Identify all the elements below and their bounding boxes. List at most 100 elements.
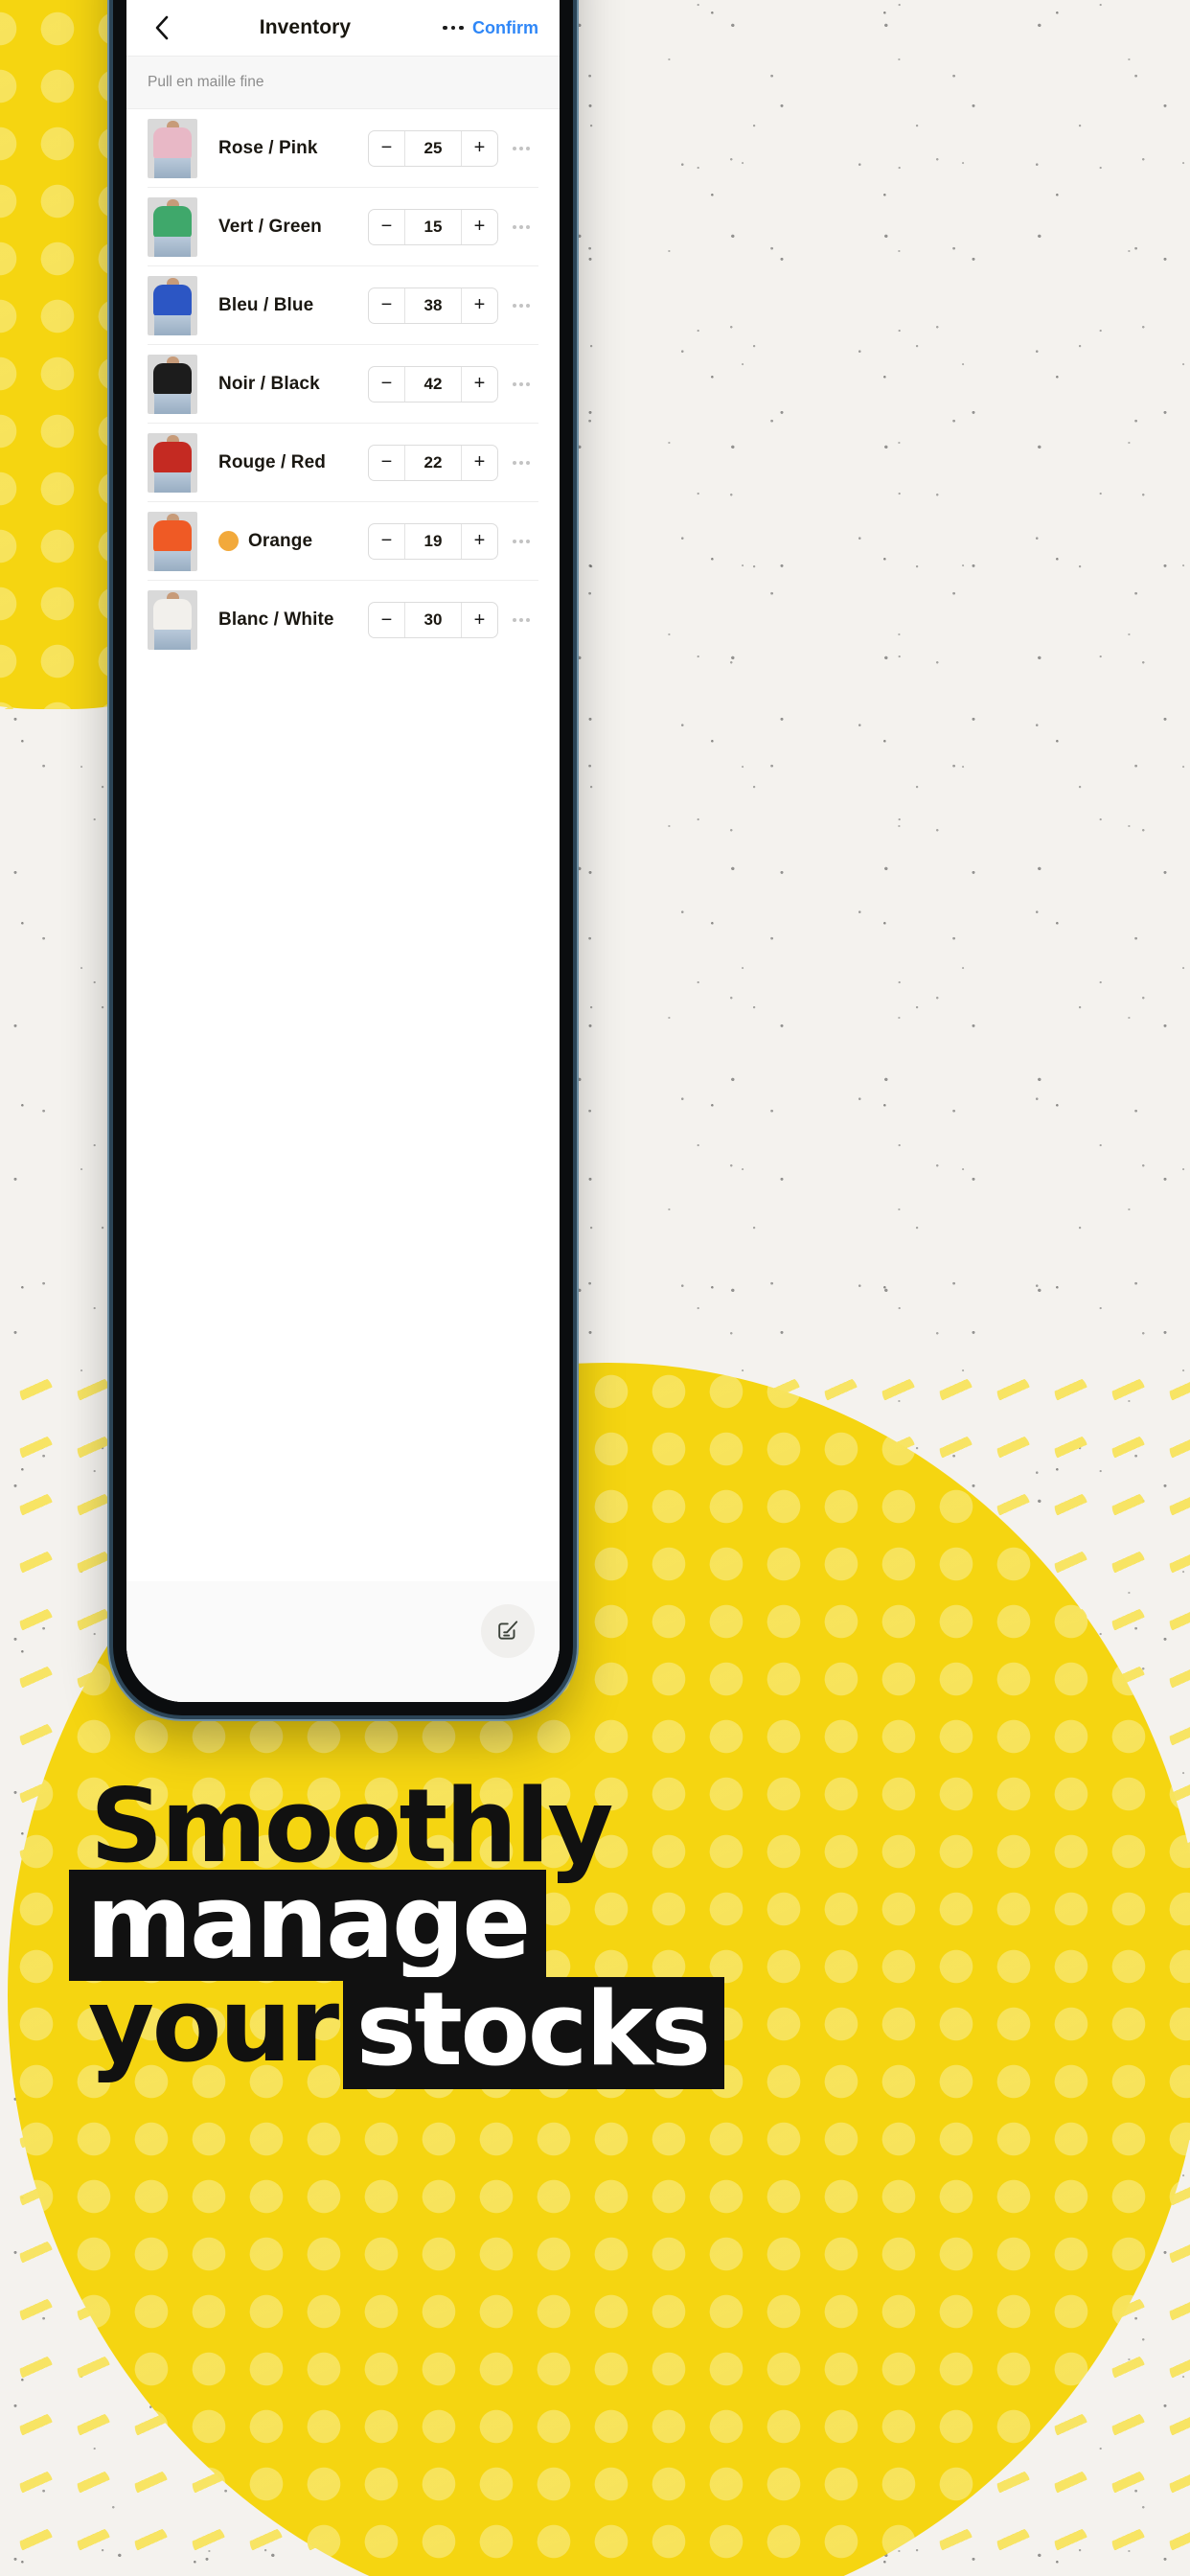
ellipsis-icon <box>513 381 516 386</box>
variant-label-wrap: Noir / Black <box>197 374 368 395</box>
increment-button[interactable]: + <box>461 130 497 166</box>
product-name-label: Pull en maille fine <box>148 74 264 90</box>
variant-label-wrap: Bleu / Blue <box>197 295 368 316</box>
variant-row[interactable]: Rose / Pink −25 + <box>148 109 538 188</box>
variant-thumbnail <box>148 275 197 335</box>
decrement-button[interactable]: − <box>369 288 405 323</box>
quantity-value[interactable]: 42 <box>405 367 461 402</box>
row-more-button[interactable] <box>504 539 538 543</box>
variant-thumbnail <box>148 354 197 414</box>
ellipsis-icon <box>526 539 530 543</box>
variant-row[interactable]: Vert / Green −15 + <box>148 188 538 266</box>
variant-thumbnail <box>148 196 197 257</box>
variant-label-wrap: Rouge / Red <box>197 452 368 473</box>
increment-button[interactable]: + <box>461 445 497 480</box>
ellipsis-icon <box>526 460 530 465</box>
ellipsis-icon <box>443 25 464 31</box>
app-footer <box>126 1581 560 1702</box>
increment-button[interactable]: + <box>461 523 497 559</box>
ellipsis-icon <box>519 618 523 622</box>
decrement-button[interactable]: − <box>369 445 405 480</box>
headline-word-stocks: stocks <box>342 1976 724 2090</box>
edit-compose-icon <box>495 1617 520 1646</box>
variant-label: Noir / Black <box>218 373 320 394</box>
quantity-value[interactable]: 15 <box>405 210 461 244</box>
quantity-stepper[interactable]: −38 + <box>368 287 498 324</box>
row-more-button[interactable] <box>504 381 538 386</box>
decrement-button[interactable]: − <box>369 366 405 402</box>
quantity-value[interactable]: 38 <box>405 288 461 323</box>
ellipsis-icon <box>513 146 516 150</box>
decrement-button[interactable]: − <box>369 523 405 559</box>
variant-thumbnail <box>148 511 197 571</box>
phone-screen: Inventory Confirm Pull en maille fine Ro… <box>126 0 560 1702</box>
row-more-button[interactable] <box>504 618 538 622</box>
ellipsis-icon <box>526 224 530 229</box>
headline-line-2: manage <box>69 1869 1190 1981</box>
quantity-stepper[interactable]: −25 + <box>368 129 498 167</box>
app-navbar: Inventory Confirm <box>126 0 560 56</box>
quantity-stepper[interactable]: −42 + <box>368 365 498 402</box>
confirm-button[interactable]: Confirm <box>472 18 538 38</box>
headline: Smoothly manage your stocks <box>0 1776 1190 2090</box>
ellipsis-icon <box>526 146 530 150</box>
decrement-button[interactable]: − <box>369 603 405 637</box>
quantity-stepper[interactable]: −22 + <box>368 444 498 481</box>
increment-button[interactable]: + <box>461 288 497 323</box>
quantity-stepper[interactable]: −15 + <box>368 208 498 245</box>
increment-button[interactable]: + <box>461 603 497 637</box>
variant-label: Blanc / White <box>218 610 334 630</box>
color-swatch-dot <box>218 531 239 551</box>
quantity-value[interactable]: 19 <box>405 524 461 559</box>
decrement-button[interactable]: − <box>369 130 405 166</box>
nav-more-button[interactable] <box>438 12 469 44</box>
row-more-button[interactable] <box>504 303 538 308</box>
variant-label-wrap: Rose / Pink <box>197 138 368 159</box>
variant-thumbnail <box>148 118 197 178</box>
product-section-header: Pull en maille fine <box>126 56 560 109</box>
variant-label: Orange <box>248 530 313 551</box>
variant-list: Rose / Pink −25 + Vert / Green −15 + Bleu / Bl… <box>126 109 560 1581</box>
promo-stage: Inventory Confirm Pull en maille fine Ro… <box>0 0 1190 2576</box>
ellipsis-icon <box>519 539 523 543</box>
inventory-app: Inventory Confirm Pull en maille fine Ro… <box>126 0 560 1702</box>
ellipsis-icon <box>526 303 530 308</box>
variant-row[interactable]: Noir / Black −42 + <box>148 345 538 424</box>
ellipsis-icon <box>526 618 530 622</box>
headline-line-2-text: manage <box>69 1869 546 1981</box>
ellipsis-icon <box>513 539 516 543</box>
decrement-button[interactable]: − <box>369 209 405 244</box>
chevron-left-icon <box>154 15 170 40</box>
variant-row[interactable]: Bleu / Blue −38 + <box>148 266 538 345</box>
quantity-value[interactable]: 25 <box>405 131 461 166</box>
ellipsis-icon <box>519 460 523 465</box>
row-more-button[interactable] <box>504 224 538 229</box>
ellipsis-icon <box>513 618 516 622</box>
ellipsis-icon <box>513 460 516 465</box>
ellipsis-icon <box>513 303 516 308</box>
variant-label: Rouge / Red <box>218 451 326 472</box>
variant-label: Bleu / Blue <box>218 294 314 315</box>
variant-row[interactable]: Rouge / Red −22 + <box>148 424 538 502</box>
variant-row[interactable]: Blanc / White −30 + <box>148 581 538 659</box>
ellipsis-icon <box>519 146 523 150</box>
ellipsis-icon <box>519 303 523 308</box>
variant-thumbnail <box>148 590 197 650</box>
row-more-button[interactable] <box>504 460 538 465</box>
quantity-stepper[interactable]: −30 + <box>368 602 498 638</box>
increment-button[interactable]: + <box>461 209 497 244</box>
increment-button[interactable]: + <box>461 366 497 402</box>
quantity-stepper[interactable]: −19 + <box>368 522 498 560</box>
variant-label-wrap: Vert / Green <box>197 217 368 238</box>
headline-word-your: your <box>88 1966 339 2084</box>
quantity-value[interactable]: 22 <box>405 446 461 480</box>
ellipsis-icon <box>519 224 523 229</box>
quantity-value[interactable]: 30 <box>405 603 461 637</box>
edit-note-fab[interactable] <box>481 1604 535 1658</box>
variant-label: Rose / Pink <box>218 137 318 158</box>
headline-line-3: your stocks <box>88 1966 1190 2090</box>
variant-row[interactable]: Orange −19 + <box>148 502 538 581</box>
row-more-button[interactable] <box>504 146 538 150</box>
variant-label-wrap: Orange <box>197 531 368 552</box>
variant-thumbnail <box>148 432 197 493</box>
